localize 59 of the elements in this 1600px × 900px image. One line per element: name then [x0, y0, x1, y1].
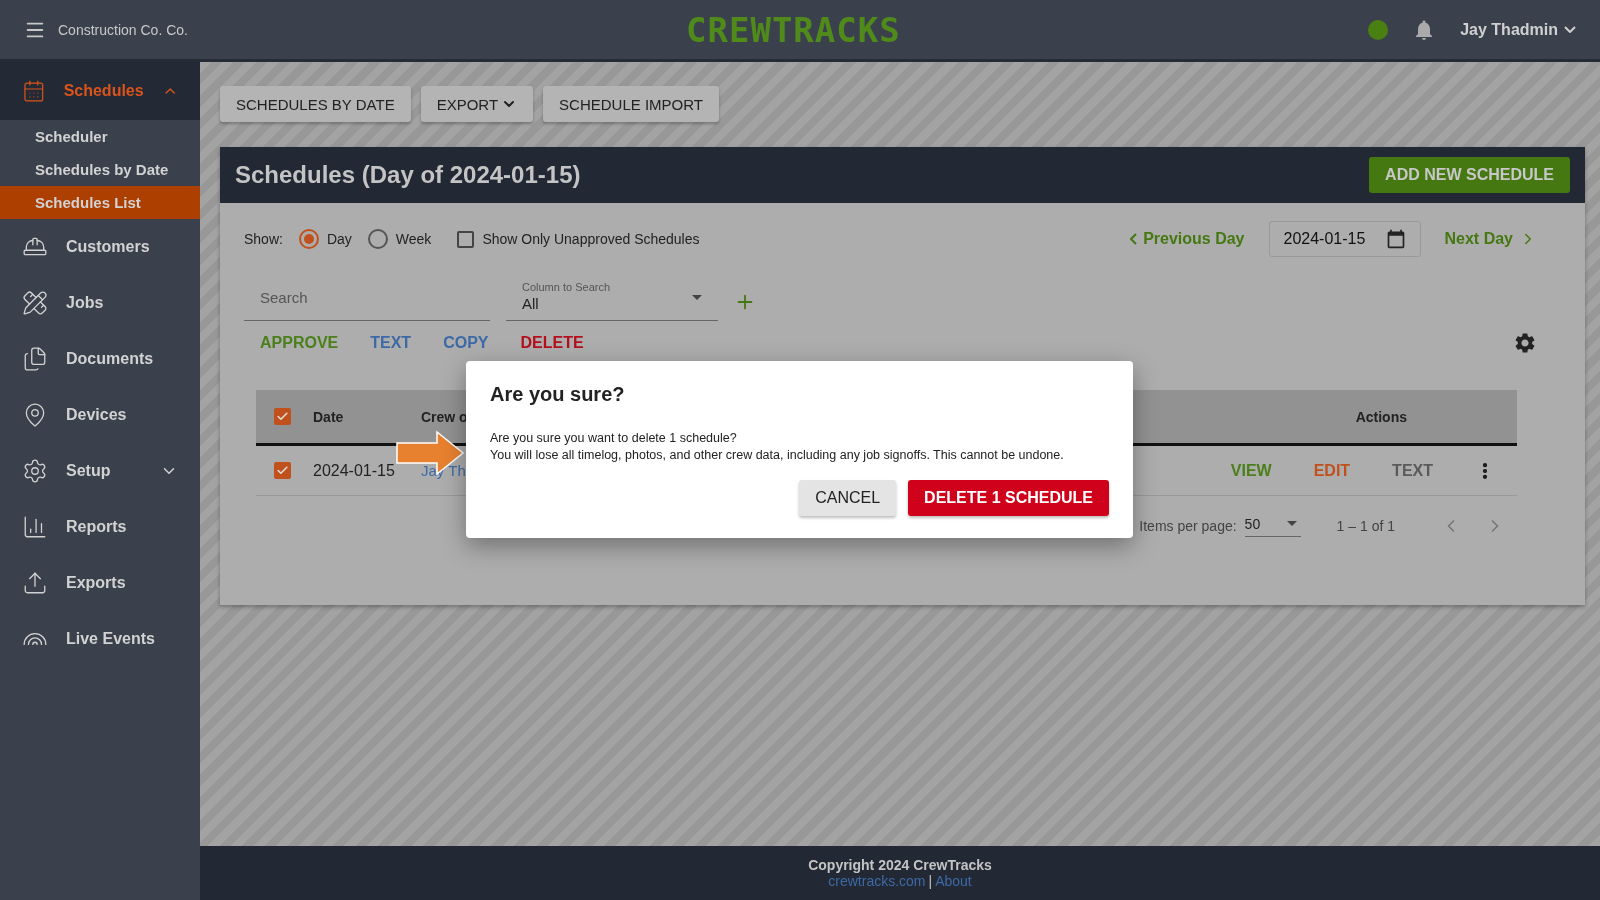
column-header: Date — [313, 408, 345, 425]
sidebar-item[interactable]: Live Events — [0, 611, 200, 667]
radio-label: Day — [326, 231, 352, 247]
check-icon — [276, 410, 289, 423]
sidebar-subitem[interactable]: Scheduler — [0, 120, 200, 153]
calendar-icon — [22, 78, 46, 104]
dropdown-caret-icon — [692, 295, 702, 300]
select-all-checkbox[interactable] — [274, 408, 291, 425]
sidebar-subitem[interactable]: Schedules List — [0, 186, 200, 219]
upload-icon — [22, 570, 48, 596]
cancel-button[interactable]: CANCEL — [799, 480, 897, 516]
show-label: Show: — [244, 231, 283, 247]
dropdown-caret-icon — [1286, 521, 1297, 526]
sidebar-item[interactable]: Schedules — [0, 62, 200, 120]
row-checkbox[interactable] — [274, 462, 291, 479]
sidebar-item[interactable]: Jobs — [0, 275, 200, 331]
sidebar-item[interactable]: Reports — [0, 499, 200, 555]
card-title: Schedules (Day of 2024-01-15) — [235, 161, 581, 189]
logo: CREWTRACKS — [686, 10, 901, 50]
sidebar-item[interactable]: Devices — [0, 387, 200, 443]
sidebar-item[interactable]: Documents — [0, 331, 200, 387]
page-range: 1 – 1 of 1 — [1336, 518, 1395, 534]
company-name: Construction Co. Co. — [58, 21, 188, 38]
column-header: Actions — [1355, 408, 1407, 425]
gear-icon — [22, 458, 48, 484]
radio-button[interactable] — [298, 229, 319, 249]
column-select[interactable]: Column to Search All — [506, 275, 718, 321]
sidebar-item[interactable]: Customers — [0, 219, 200, 275]
checkbox-label: Show Only Unapproved Schedules — [482, 231, 700, 247]
per-page-select[interactable]: 50 — [1244, 515, 1301, 537]
toolbar-button[interactable]: SCHEDULES BY DATE — [220, 86, 411, 122]
status-dot — [1368, 19, 1389, 40]
check-icon — [276, 464, 289, 477]
export-dropdown[interactable]: EXPORT — [420, 86, 534, 122]
user-menu[interactable]: Jay Thadmin — [1460, 20, 1576, 39]
search-field[interactable]: Search — [244, 275, 490, 321]
sidebar-item[interactable]: Exports — [0, 555, 200, 611]
delete-button[interactable]: DELETE 1 SCHEDULE — [908, 480, 1109, 516]
checkbox[interactable] — [457, 230, 475, 248]
pencil-ruler-icon — [22, 290, 48, 316]
bar-chart-icon — [22, 514, 48, 540]
documents-icon — [22, 346, 48, 372]
chevron-left-icon — [1130, 233, 1138, 245]
dialog-title: Are you sure? — [490, 383, 626, 406]
calendar-icon[interactable] — [1385, 229, 1406, 249]
chevron-icon — [1564, 26, 1576, 33]
copyright-text: Copyright 2024 CrewTracks — [808, 857, 992, 873]
items-per-page-label: Items per page: — [1139, 518, 1237, 534]
settings-icon[interactable] — [1513, 331, 1537, 355]
sidebar-subitem[interactable]: Schedules by Date — [0, 153, 200, 186]
link-separator: | — [928, 873, 933, 889]
radio-label: Week — [395, 231, 432, 247]
table-cell-text: 2024-01-15 — [313, 461, 396, 480]
sidebar-item[interactable]: Setup — [0, 443, 200, 499]
date-field[interactable]: 2024-01-15 — [1268, 221, 1421, 257]
toolbar-button[interactable]: SCHEDULE IMPORT — [543, 86, 719, 122]
dialog-message: Are you sure you want to delete 1 schedule? — [490, 430, 738, 447]
radio-button[interactable] — [367, 229, 388, 249]
dialog-message: You will lose all timelog, photos, and other crew data, including any job signoffs. This cannot be undone. — [490, 447, 1065, 464]
